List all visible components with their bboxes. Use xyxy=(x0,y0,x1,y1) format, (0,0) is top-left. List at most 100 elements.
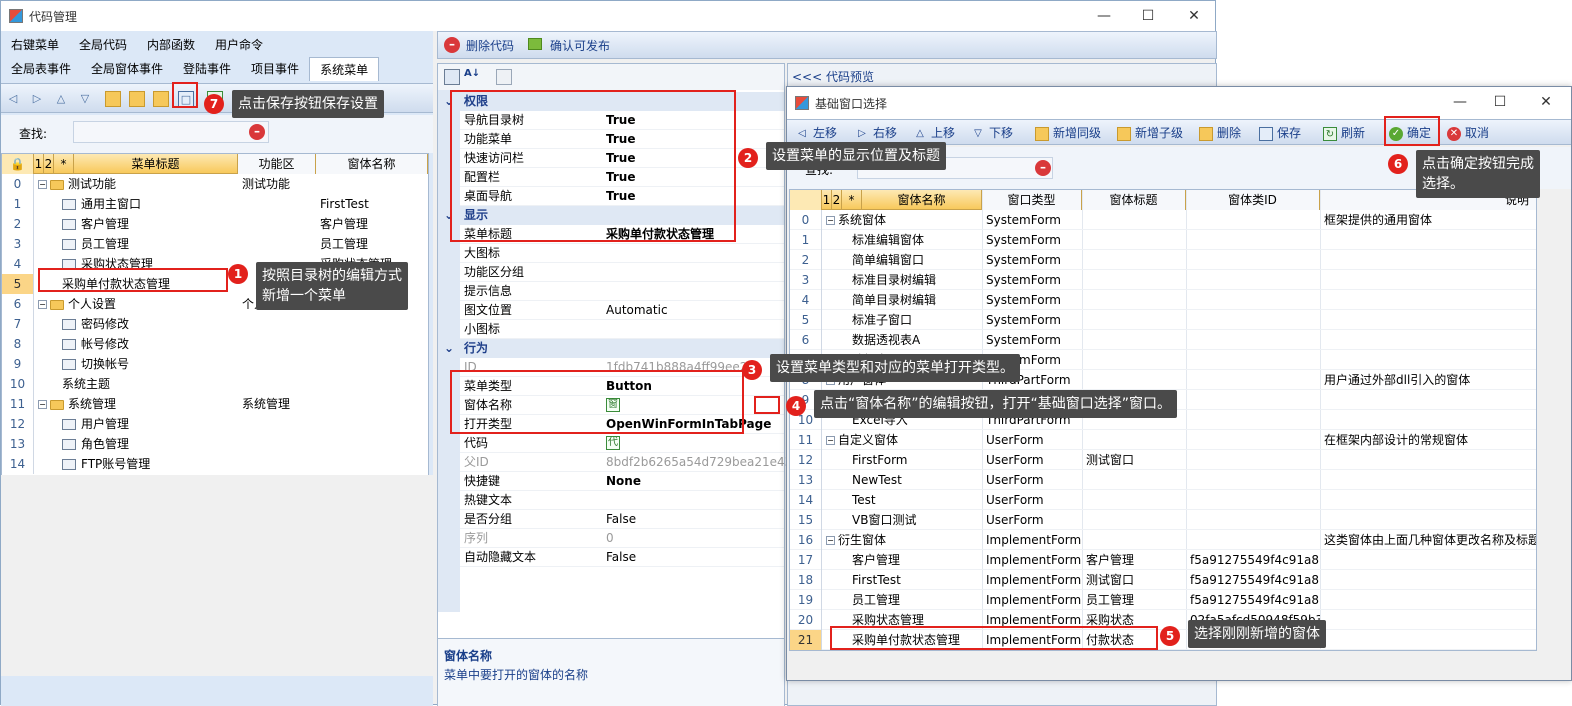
table-row[interactable]: 17 客户管理 ImplementForm 客户管理 f5a91275549f4c91a… xyxy=(790,550,1536,570)
collapse-icon[interactable]: ⌄ xyxy=(444,339,454,358)
dcol-1[interactable]: 1 xyxy=(822,190,832,210)
dcol-form-type[interactable]: 窗口类型 xyxy=(982,190,1082,210)
table-row[interactable]: 11− 系统管理 系统管理 xyxy=(2,394,428,414)
right-arrow-icon[interactable]: ▷ xyxy=(29,91,45,107)
table-row[interactable]: 7 密码修改 xyxy=(2,314,428,334)
collapse-icon[interactable]: − xyxy=(826,536,835,545)
table-row[interactable]: 8 帐号修改 xyxy=(2,334,428,354)
clear-search-icon[interactable]: – xyxy=(249,124,265,140)
dialog-maximize-icon[interactable]: ☐ xyxy=(1477,87,1523,117)
add-sibling-button[interactable]: 新增同级 xyxy=(1035,120,1101,146)
dialog-close-icon[interactable]: ✕ xyxy=(1523,87,1569,117)
tab-system-menu[interactable]: 系统菜单 xyxy=(309,57,380,81)
tab-project-event[interactable]: 项目事件 xyxy=(241,57,309,81)
property-row-func_group[interactable]: 功能区分组 xyxy=(460,263,784,282)
table-row[interactable]: 0− 测试功能 测试功能 xyxy=(2,174,428,194)
table-row[interactable]: 19 员工管理 ImplementForm 员工管理 f5a91275549f4c91a… xyxy=(790,590,1536,610)
property-value[interactable]: False xyxy=(606,548,636,567)
code-preview-toggle[interactable]: <<< 代码预览 xyxy=(792,68,874,85)
delete-code-button[interactable]: 删除代码 xyxy=(466,37,514,54)
table-row[interactable]: 10 系统主题 xyxy=(2,374,428,394)
dcol-form-name[interactable]: 窗体名称 xyxy=(862,190,982,210)
up-arrow-icon[interactable]: △ xyxy=(53,91,69,107)
dialog-clear-search-icon[interactable]: – xyxy=(1035,160,1051,176)
dcol-class-id[interactable]: 窗体类ID xyxy=(1186,190,1320,210)
collapse-icon[interactable]: − xyxy=(826,436,835,445)
table-row[interactable]: 11− 自定义窗体 UserForm 在框架内部设计的常规窗体 xyxy=(790,430,1536,450)
collapse-icon[interactable]: − xyxy=(38,300,47,309)
col-menu-title[interactable]: 菜单标题 xyxy=(74,154,238,174)
table-row[interactable]: 2 客户管理 客户管理 xyxy=(2,214,428,234)
category-cat_behavior[interactable]: ⌄ 行为 xyxy=(438,339,784,358)
sort-az-icon[interactable]: A↓ xyxy=(464,68,480,79)
table-row[interactable]: 1 通用主窗口 FirstTest xyxy=(2,194,428,214)
code-edit-icon[interactable]: 代 xyxy=(606,436,620,450)
property-value[interactable]: 0 xyxy=(606,529,614,548)
left-arrow-icon[interactable]: ◁ xyxy=(5,91,21,107)
move-down-button[interactable]: ▽ 下移 xyxy=(971,120,1013,146)
close-icon[interactable]: ✕ xyxy=(1171,1,1217,31)
property-row-hotkey_text[interactable]: 热键文本 xyxy=(460,491,784,510)
table-row[interactable]: 2 简单编辑窗口 SystemForm xyxy=(790,250,1536,270)
table-row[interactable]: 13 角色管理 xyxy=(2,434,428,454)
property-row-parent_id[interactable]: 父ID 8bdf2b6265a54d729bea21e43 xyxy=(460,453,792,472)
table-row[interactable]: 15 VB窗口测试 UserForm xyxy=(790,510,1536,530)
property-row-tip[interactable]: 提示信息 xyxy=(460,282,784,301)
table-row[interactable]: 6 数据透视表A SystemForm xyxy=(790,330,1536,350)
property-value[interactable]: None xyxy=(606,472,641,491)
add-child-icon[interactable] xyxy=(129,91,145,107)
property-pages-icon[interactable] xyxy=(496,69,512,85)
property-value[interactable]: Automatic xyxy=(606,301,668,320)
table-row[interactable]: 18 FirstTest ImplementForm 测试窗口 f5a91275549f… xyxy=(790,570,1536,590)
dcol-star[interactable]: * xyxy=(842,190,862,210)
table-row[interactable]: 16− 衍生窗体 ImplementForm 这类窗体由上面几种窗体更改名称及标题 xyxy=(790,530,1536,550)
tab-global-table-event[interactable]: 全局表事件 xyxy=(1,57,81,81)
table-row[interactable]: 5 标准子窗口 SystemForm xyxy=(790,310,1536,330)
add-child-button[interactable]: 新增子级 xyxy=(1117,120,1183,146)
tab-user-command[interactable]: 用户命令 xyxy=(205,33,273,57)
property-row-small_icon[interactable]: 小图标 xyxy=(460,320,784,339)
minimize-icon[interactable]: — xyxy=(1081,1,1127,31)
table-row[interactable]: 0− 系统窗体 SystemForm 框架提供的通用窗体 xyxy=(790,210,1536,230)
property-value[interactable]: 8bdf2b6265a54d729bea21e43 xyxy=(606,453,792,472)
down-arrow-icon[interactable]: ▽ xyxy=(77,91,93,107)
add-sibling-icon[interactable] xyxy=(105,91,121,107)
tab-global-form-event[interactable]: 全局窗体事件 xyxy=(81,57,173,81)
collapse-icon[interactable]: − xyxy=(38,400,47,409)
delete-folder-icon[interactable] xyxy=(153,91,169,107)
property-value[interactable]: False xyxy=(606,510,636,529)
confirm-publish-button[interactable]: 确认可发布 xyxy=(550,37,610,54)
dcol-2[interactable]: 2 xyxy=(832,190,842,210)
table-row[interactable]: 14 FTP账号管理 xyxy=(2,454,428,474)
cancel-button[interactable]: ✕ 取消 xyxy=(1447,120,1489,146)
property-row-auto_hide[interactable]: 自动隐藏文本 False xyxy=(460,548,784,567)
table-row[interactable]: 14 Test UserForm xyxy=(790,490,1536,510)
property-row-order[interactable]: 序列 0 xyxy=(460,529,784,548)
property-row-img_text_pos[interactable]: 图文位置 Automatic xyxy=(460,301,784,320)
tab-global-code[interactable]: 全局代码 xyxy=(69,33,137,57)
tab-internal-func[interactable]: 内部函数 xyxy=(137,33,205,57)
tab-right-menu[interactable]: 右键菜单 xyxy=(1,33,69,57)
dcol-form-title[interactable]: 窗体标题 xyxy=(1082,190,1186,210)
col-2[interactable]: 2 xyxy=(44,154,54,174)
col-star[interactable]: * xyxy=(54,154,74,174)
tab-login-event[interactable]: 登陆事件 xyxy=(173,57,241,81)
col-func-area[interactable]: 功能区 xyxy=(238,154,316,174)
refresh-button[interactable]: ↻ 刷新 xyxy=(1323,120,1365,146)
property-row-big_icon[interactable]: 大图标 xyxy=(460,244,784,263)
categorized-icon[interactable] xyxy=(444,69,460,85)
property-row-shortcut[interactable]: 快捷键 None xyxy=(460,472,784,491)
col-form-name[interactable]: 窗体名称 xyxy=(316,154,428,174)
table-row[interactable]: 13 NewTest UserForm xyxy=(790,470,1536,490)
col-1[interactable]: 1 xyxy=(34,154,44,174)
table-row[interactable]: 12 FirstForm UserForm 测试窗口 xyxy=(790,450,1536,470)
collapse-icon[interactable]: − xyxy=(826,216,835,225)
delete-button[interactable]: 删除 xyxy=(1199,120,1241,146)
property-row-is_group[interactable]: 是否分组 False xyxy=(460,510,784,529)
collapse-icon[interactable]: − xyxy=(38,180,47,189)
table-row[interactable]: 9 切换帐号 xyxy=(2,354,428,374)
maximize-icon[interactable]: ☐ xyxy=(1125,1,1171,31)
save-button[interactable]: 保存 xyxy=(1259,120,1301,146)
table-row[interactable]: 12 用户管理 xyxy=(2,414,428,434)
table-row[interactable]: 3 标准目录树编辑 SystemForm xyxy=(790,270,1536,290)
